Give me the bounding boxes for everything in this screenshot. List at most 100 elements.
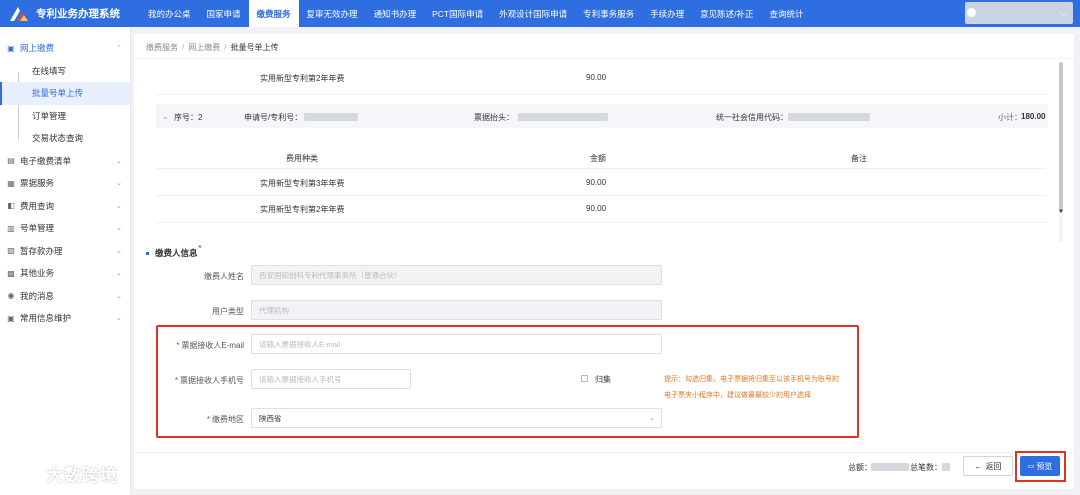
nav-item-design-intl[interactable]: 外观设计国际申请 xyxy=(491,0,575,27)
divider xyxy=(134,452,1074,453)
sidebar-item-batch-upload[interactable]: 批量号单上传 xyxy=(0,82,130,105)
app-logo[interactable]: 专利业务办理系统 xyxy=(0,0,140,27)
sidebar-item-order-management[interactable]: 订单管理 xyxy=(0,105,130,128)
sidebar-group-fee-query[interactable]: ◧ 费用查询 ⌄ xyxy=(0,195,130,218)
amount-cell: 90.00 xyxy=(586,178,607,187)
grid-icon: ▩ xyxy=(7,268,15,278)
watermark: 大数跨境 xyxy=(8,461,118,486)
main-nav: 我的办公桌 国家申请 缴费服务 复审无效办理 通知书办理 PCT国际申请 外观设… xyxy=(140,0,812,27)
sidebar-group-label: 我的消息 xyxy=(20,290,55,301)
fee-type-cell: 实用新型专利第3年年费 xyxy=(260,179,345,188)
user-type-field: 代理机构 xyxy=(251,300,662,320)
message-icon: ◉ xyxy=(7,291,15,301)
collect-hint: 提示：勾选归集，电子票据将归集至以该手机号为账号的 电子票夹小程序中，建议做最最… xyxy=(664,372,839,404)
hint-line: 提示：勾选归集，电子票据将归集至以该手机号为账号的 xyxy=(664,376,839,383)
sidebar-group-label: 电子缴费清单 xyxy=(20,155,72,166)
sidebar-group-info-maintenance[interactable]: ▣ 常用信息维护 ⌄ xyxy=(0,307,130,330)
chevron-down-icon: ⌵ xyxy=(1060,7,1067,18)
divider xyxy=(156,94,1046,95)
nav-item-query-stats[interactable]: 查询统计 xyxy=(762,0,812,27)
deposit-icon: ▨ xyxy=(7,246,15,256)
section-title-payer: 缴费人信息 * xyxy=(146,244,202,259)
scrollbar-thumb[interactable] xyxy=(1059,62,1063,212)
collect-checkbox[interactable] xyxy=(581,375,588,382)
divider xyxy=(156,168,1046,169)
breadcrumb-item[interactable]: 缴费服务 xyxy=(146,43,178,52)
phone-field[interactable]: 请输入票据接收人手机号 xyxy=(251,369,411,389)
payer-name-label: 缴费人姓名 xyxy=(204,272,244,281)
required-mark: * xyxy=(198,244,202,252)
amount-cell: 90.00 xyxy=(586,204,607,213)
bullet-icon xyxy=(146,251,149,255)
sidebar-group-other[interactable]: ▩ 其他业务 ⌄ xyxy=(0,262,130,285)
region-label: * 缴费地区 xyxy=(206,415,244,424)
sidebar-group-online-payment[interactable]: ▣ 网上缴费 ⌃ xyxy=(0,37,130,60)
sidebar-group-number-management[interactable]: ▥ 号单管理 ⌄ xyxy=(0,217,130,240)
scrollbar[interactable] xyxy=(1059,62,1063,242)
sidebar-group-e-fee-list[interactable]: ▤ 电子缴费清单 ⌄ xyxy=(0,150,130,173)
nav-item-reexamination[interactable]: 复审无效办理 xyxy=(299,0,366,27)
chevron-down-icon: ⌄ xyxy=(116,225,122,232)
nav-item-my-desk[interactable]: 我的办公桌 xyxy=(140,0,199,27)
sidebar-group-label: 票据服务 xyxy=(20,178,55,189)
sidebar-group-messages[interactable]: ◉ 我的消息 ⌄ xyxy=(0,285,130,308)
region-select[interactable]: 陕西省 ⌄ xyxy=(251,408,662,428)
user-menu[interactable]: ⌵ xyxy=(965,2,1073,24)
nav-item-procedures[interactable]: 手续办理 xyxy=(642,0,692,27)
credit-code-label: 统一社会信用代码： xyxy=(716,113,788,122)
nav-item-national-application[interactable]: 国家申请 xyxy=(199,0,249,27)
header-amount: 金额 xyxy=(590,154,606,163)
invoice-title-label: 票据抬头： xyxy=(474,113,514,122)
divider xyxy=(134,58,1074,59)
sidebar-group-label: 网上缴费 xyxy=(20,43,55,54)
amount-cell: 90.00 xyxy=(586,73,607,82)
email-field[interactable]: 请输入票据接收人E-mail xyxy=(251,334,662,354)
chevron-down-icon[interactable]: ⌄ xyxy=(162,112,169,121)
chevron-down-icon: ⌄ xyxy=(116,292,122,300)
sidebar-group-deposit[interactable]: ▨ 暂存款办理 ⌄ xyxy=(0,240,130,263)
nav-item-fee-service[interactable]: 缴费服务 xyxy=(248,0,299,27)
sidebar: ▣ 网上缴费 ⌃ 在线填写 批量号单上传 订单管理 交易状态查询 ▤ 电子缴费清… xyxy=(0,27,131,495)
chevron-down-icon: ⌄ xyxy=(116,157,122,165)
header-fee-type: 费用种类 xyxy=(286,154,318,163)
nav-item-patent-affairs[interactable]: 专利事务服务 xyxy=(575,0,642,27)
chevron-up-icon: ⌃ xyxy=(116,45,122,52)
phone-label: * 票据接收人手机号 xyxy=(174,376,244,385)
nav-item-notices[interactable]: 通知书办理 xyxy=(366,0,425,27)
breadcrumb-current: 批量号单上传 xyxy=(230,43,279,52)
count-label: 总笔数： xyxy=(910,463,942,472)
nav-item-opinion-correction[interactable]: 意见陈述/补正 xyxy=(692,0,761,27)
chevron-down-icon: ⌄ xyxy=(116,202,122,210)
scroll-down-icon[interactable]: ▼ xyxy=(1058,209,1064,215)
sidebar-item-online-fill[interactable]: 在线填写 xyxy=(0,60,130,83)
count-value xyxy=(942,462,950,471)
chevron-down-icon: ⌄ xyxy=(116,270,122,277)
nav-item-pct[interactable]: PCT国际申请 xyxy=(424,0,491,27)
credit-code-value xyxy=(788,112,870,121)
logo-icon xyxy=(10,6,28,21)
breadcrumb: 缴费服务 / 网上缴费 / 批量号单上传 xyxy=(146,43,279,52)
chevron-down-icon: ⌄ xyxy=(116,247,122,255)
avatar xyxy=(967,8,976,17)
chevron-down-icon: ⌄ xyxy=(116,180,122,187)
payer-name-field: 西安国知创科专利代理事务所（普通合伙） xyxy=(251,265,662,285)
subtotal-value: 180.00 xyxy=(1021,112,1046,121)
arrow-left-icon: ← xyxy=(974,461,983,471)
sidebar-group-label: 其他业务 xyxy=(20,268,55,279)
chevron-down-icon: ⌄ xyxy=(116,315,122,322)
sidebar-group-receipt[interactable]: ▦ 票据服务 ⌄ xyxy=(0,172,130,195)
subtotal-label: 小计： xyxy=(998,113,1022,122)
app-no-value xyxy=(304,112,358,121)
fee-type-cell: 实用新型专利第2年年费 xyxy=(260,205,345,214)
sidebar-item-transaction-status[interactable]: 交易状态查询 xyxy=(0,127,130,150)
seq-label: 序号：2 xyxy=(174,113,203,122)
header-remark: 备注 xyxy=(851,154,867,163)
invoice-title-value xyxy=(518,112,608,121)
main-content: 缴费服务 / 网上缴费 / 批量号单上传 实用新型专利第2年年费 90.00 ⌄ 序号：… xyxy=(134,34,1074,489)
back-button[interactable]: ← 返回 xyxy=(963,456,1013,476)
batch-group-row[interactable]: ⌄ 序号：2 申请号/专利号： 票据抬头： 统一社会信用代码： 小计： 180.… xyxy=(156,104,1048,128)
section-title-text: 缴费人信息 xyxy=(155,248,198,258)
breadcrumb-item[interactable]: 网上缴费 xyxy=(188,43,220,52)
receipt-icon: ▦ xyxy=(7,178,15,188)
doc-icon: ▥ xyxy=(7,223,15,233)
